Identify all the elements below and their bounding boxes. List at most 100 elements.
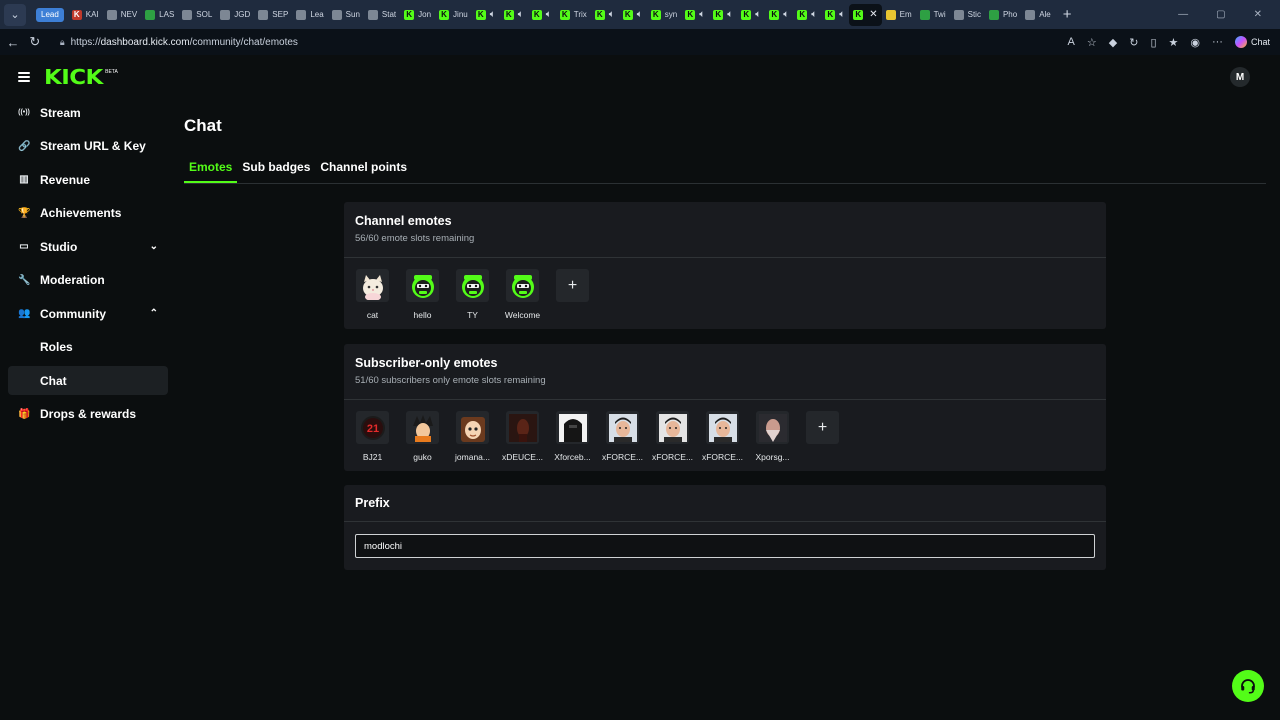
- refresh-icon[interactable]: ↻: [24, 34, 46, 50]
- browser-tab[interactable]: K 🔈︎: [737, 4, 765, 26]
- chevron-up-icon[interactable]: ⌃: [150, 308, 158, 319]
- chevron-down-icon[interactable]: ⌄: [150, 241, 158, 252]
- browser-tab[interactable]: SEP: [254, 4, 292, 26]
- browser-tab[interactable]: Stic: [950, 4, 985, 26]
- emote-image[interactable]: [506, 269, 539, 302]
- browser-tab[interactable]: K Jinu: [435, 4, 472, 26]
- browser-tab[interactable]: K Jon: [400, 4, 435, 26]
- emote-image[interactable]: [406, 269, 439, 302]
- emote-image[interactable]: [406, 411, 439, 444]
- emote-item[interactable]: xFORCE...: [652, 411, 693, 462]
- kick-logo[interactable]: KICK BETA: [44, 67, 118, 87]
- browser-tab[interactable]: K 🔈︎: [709, 4, 737, 26]
- tab-audio-icon[interactable]: 🔈︎: [755, 9, 761, 20]
- tab-audio-icon[interactable]: 🔈︎: [839, 9, 845, 20]
- profile-icon[interactable]: ◉: [1190, 36, 1200, 49]
- emote-image[interactable]: [656, 411, 689, 444]
- emote-image[interactable]: [456, 411, 489, 444]
- sidebar-item-moderation[interactable]: 🔧 Moderation: [8, 266, 168, 295]
- sidebar-item-community[interactable]: 👥 Community ⌃: [8, 299, 168, 328]
- url-field[interactable]: 🔒︎ https://dashboard.kick.com/community/…: [52, 32, 1068, 52]
- sidebar-item-achievements[interactable]: 🏆 Achievements: [8, 199, 168, 228]
- emote-item[interactable]: Xforceb...: [554, 411, 591, 462]
- emote-item[interactable]: cat: [356, 269, 389, 320]
- emote-image[interactable]: [706, 411, 739, 444]
- emote-item[interactable]: jomana...: [455, 411, 490, 462]
- tab-audio-icon[interactable]: 🔈︎: [783, 9, 789, 20]
- emote-image[interactable]: [456, 269, 489, 302]
- tab-actions-menu-icon[interactable]: ⌄: [4, 3, 26, 26]
- add-emote-button[interactable]: +: [806, 411, 839, 444]
- emote-image[interactable]: [356, 269, 389, 302]
- tab-audio-icon[interactable]: 🔈︎: [518, 9, 524, 20]
- tab-audio-icon[interactable]: 🔈︎: [490, 9, 496, 20]
- hamburger-menu-icon[interactable]: [18, 72, 30, 82]
- emote-image[interactable]: [606, 411, 639, 444]
- tab-audio-icon[interactable]: 🔈︎: [546, 9, 552, 20]
- tab-audio-icon[interactable]: 🔈︎: [727, 9, 733, 20]
- more-menu-icon[interactable]: ···: [1212, 36, 1223, 48]
- site-info-icon[interactable]: 🔒︎: [60, 37, 65, 48]
- prefix-input[interactable]: modlochi: [355, 534, 1095, 558]
- browser-tab[interactable]: Pho: [985, 4, 1021, 26]
- sidebar-item-roles[interactable]: Roles: [8, 333, 168, 362]
- tab-audio-icon[interactable]: 🔈︎: [609, 9, 615, 20]
- emote-image[interactable]: [556, 411, 589, 444]
- sidebar-item-studio[interactable]: ▭ Studio ⌄: [8, 232, 168, 261]
- browser-tab[interactable]: K KAI: [68, 4, 103, 26]
- browser-tab[interactable]: K 🔈︎: [591, 4, 619, 26]
- browser-tab[interactable]: K 🔈︎: [528, 4, 556, 26]
- sidebar-item-chat[interactable]: Chat: [8, 366, 168, 395]
- browser-tab[interactable]: Lead: [32, 4, 68, 26]
- browser-tab[interactable]: Ale: [1021, 4, 1055, 26]
- refresh-extension-icon[interactable]: ↻: [1129, 36, 1138, 49]
- new-tab-icon[interactable]: +: [1063, 6, 1072, 23]
- browser-tab[interactable]: NEV: [103, 4, 141, 26]
- read-aloud-icon[interactable]: A: [1068, 36, 1075, 48]
- split-screen-icon[interactable]: ▯: [1150, 36, 1156, 49]
- browser-tab[interactable]: K 🔈︎: [821, 4, 849, 26]
- tab-close-icon[interactable]: ✕: [869, 9, 877, 20]
- minimize-icon[interactable]: —: [1178, 9, 1188, 20]
- browser-tab[interactable]: K 🔈︎: [681, 4, 709, 26]
- sidebar-item-stream[interactable]: ((•)) Stream: [8, 98, 168, 127]
- emote-item[interactable]: xDEUCE...: [502, 411, 543, 462]
- emote-image[interactable]: [506, 411, 539, 444]
- browser-tab[interactable]: LAS: [141, 4, 178, 26]
- browser-tab[interactable]: Em: [882, 4, 916, 26]
- tab-audio-icon[interactable]: 🔈︎: [811, 9, 817, 20]
- browser-tab[interactable]: K 🔈︎: [500, 4, 528, 26]
- sidebar-item-revenue[interactable]: ▥ Revenue: [8, 165, 168, 194]
- back-icon[interactable]: ←: [2, 35, 24, 50]
- emote-item[interactable]: Welcome: [505, 269, 540, 320]
- support-chat-button[interactable]: [1232, 670, 1264, 702]
- extension-icon[interactable]: ◆: [1109, 36, 1117, 49]
- browser-tab[interactable]: K 🔈︎: [765, 4, 793, 26]
- emote-item[interactable]: guko: [406, 411, 439, 462]
- browser-tab[interactable]: K Trix: [556, 4, 591, 26]
- tab-audio-icon[interactable]: 🔈︎: [699, 9, 705, 20]
- tab-emotes[interactable]: Emotes: [184, 155, 238, 183]
- emote-item[interactable]: xFORCE...: [702, 411, 743, 462]
- copilot-button[interactable]: Chat: [1234, 36, 1270, 48]
- emote-item[interactable]: TY: [456, 269, 489, 320]
- emote-item[interactable]: 21 BJ21: [356, 411, 389, 462]
- tab-audio-icon[interactable]: 🔈︎: [637, 9, 643, 20]
- browser-tab[interactable]: Lea: [292, 4, 327, 26]
- browser-tab[interactable]: JGD: [216, 4, 254, 26]
- emote-item[interactable]: xFORCE...: [602, 411, 643, 462]
- browser-tab[interactable]: Twi: [916, 4, 950, 26]
- browser-tab[interactable]: SOL: [178, 4, 216, 26]
- emote-item[interactable]: hello: [406, 269, 439, 320]
- tab-channel-points[interactable]: Channel points: [315, 155, 412, 183]
- browser-tab[interactable]: K 🔈︎: [619, 4, 647, 26]
- close-window-icon[interactable]: ✕: [1254, 9, 1262, 20]
- favorite-star-icon[interactable]: ☆: [1087, 36, 1097, 49]
- favorites-icon[interactable]: ★: [1169, 36, 1179, 49]
- emote-image[interactable]: 21: [356, 411, 389, 444]
- browser-tab[interactable]: K ✕: [849, 3, 882, 26]
- add-emote-button[interactable]: +: [556, 269, 589, 302]
- user-avatar[interactable]: M: [1230, 67, 1250, 87]
- browser-tab[interactable]: K 🔈︎: [472, 4, 500, 26]
- tab-sub-badges[interactable]: Sub badges: [237, 155, 315, 183]
